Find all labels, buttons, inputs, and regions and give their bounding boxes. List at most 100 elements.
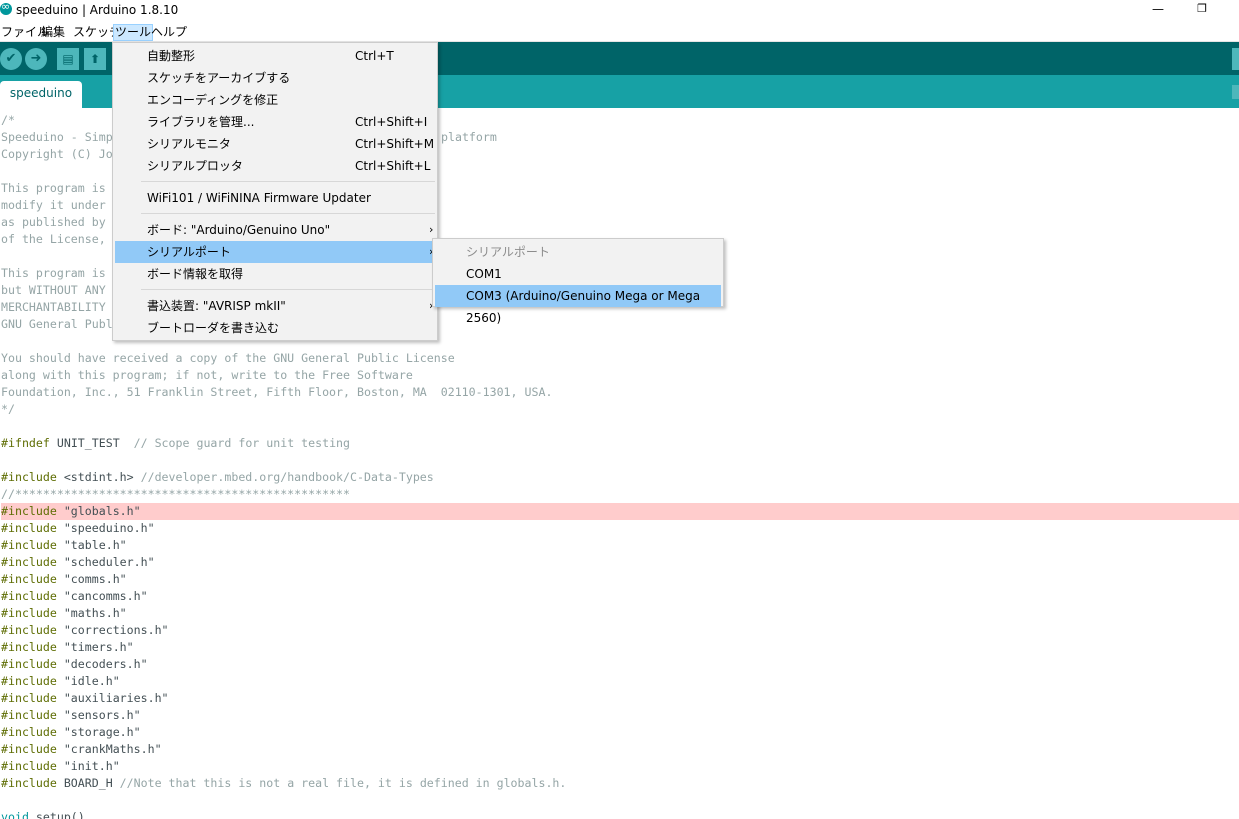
code-line: #include "sensors.h"	[1, 707, 1239, 724]
menu-item-label: エンコーディングを修正	[147, 93, 279, 107]
code-line: #include "cancomms.h"	[1, 588, 1239, 605]
code-line: #include <stdint.h> //developer.mbed.org…	[1, 469, 1239, 486]
code-line: */	[1, 402, 15, 416]
menu-item-serial-monitor[interactable]: シリアルモニタ Ctrl+Shift+M	[115, 133, 435, 155]
menu-item-board-info[interactable]: ボード情報を取得	[115, 263, 435, 285]
menu-item-board[interactable]: ボード: "Arduino/Genuino Uno" ›	[115, 219, 435, 241]
code-line: #include "speeduino.h"	[1, 520, 1239, 537]
code-text: "corrections.h"	[63, 623, 169, 637]
code-text: "cancomms.h"	[63, 589, 148, 603]
code-text: "init.h"	[63, 759, 120, 773]
menu-separator	[141, 289, 435, 290]
code-text: UNIT_TEST	[49, 436, 134, 450]
code-text: "decoders.h"	[63, 657, 148, 671]
code-text: "table.h"	[63, 538, 127, 552]
code-keyword: #include	[1, 725, 57, 739]
code-comment: //Note that this is not a real file, it …	[119, 776, 567, 790]
menu-item-label: シリアルプロッタ	[147, 159, 243, 173]
menu-item-fix-encoding[interactable]: エンコーディングを修正	[115, 89, 435, 111]
code-line: #include "auxiliaries.h"	[1, 690, 1239, 707]
code-text: "comms.h"	[63, 572, 127, 586]
maximize-button[interactable]: ❐	[1194, 1, 1210, 17]
code-line: #include "decoders.h"	[1, 656, 1239, 673]
tab-menu-button[interactable]	[1232, 85, 1239, 99]
submenu-item-label: シリアルポート	[466, 245, 550, 259]
code-keyword: #include	[1, 521, 57, 535]
submenu-item-label: COM1	[466, 267, 502, 281]
code-line: Foundation, Inc., 51 Franklin Street, Fi…	[1, 385, 553, 399]
open-sketch-button[interactable]: ⬆	[84, 48, 106, 70]
code-keyword: #include	[1, 606, 57, 620]
menu-separator	[141, 181, 435, 182]
minimize-button[interactable]: —	[1150, 1, 1166, 17]
tools-dropdown-menu: 自動整形 Ctrl+T スケッチをアーカイブする エンコーディングを修正 ライブラ…	[112, 42, 438, 341]
code-line: #include BOARD_H //Note that this is not…	[1, 775, 1239, 792]
code-text: platform	[441, 130, 497, 144]
code-line: along with this program; if not, write t…	[1, 368, 413, 382]
code-line: #include "crankMaths.h"	[1, 741, 1239, 758]
code-text: "idle.h"	[63, 674, 120, 688]
code-line: #include "comms.h"	[1, 571, 1239, 588]
tab-speeduino[interactable]: speeduino	[0, 81, 82, 108]
code-keyword: #include	[1, 776, 57, 790]
submenu-item-com3[interactable]: COM3 (Arduino/Genuino Mega or Mega 2560)	[435, 285, 721, 325]
menu-item-shortcut: Ctrl+Shift+M	[355, 137, 435, 151]
menu-item-auto-format[interactable]: 自動整形 Ctrl+T	[115, 45, 435, 67]
code-text: Speeduino - Simp	[1, 130, 113, 144]
window-title: speeduino | Arduino 1.8.10	[16, 3, 179, 17]
verify-button[interactable]: ✔	[0, 48, 22, 70]
submenu-item-com1[interactable]: COM1	[435, 263, 721, 285]
code-line: #include "maths.h"	[1, 605, 1239, 622]
menu-item-archive-sketch[interactable]: スケッチをアーカイブする	[115, 67, 435, 89]
code-keyword: #include	[1, 470, 57, 484]
code-keyword: #include	[1, 623, 57, 637]
menu-item-manage-libraries[interactable]: ライブラリを管理... Ctrl+Shift+I	[115, 111, 435, 133]
code-type: void	[1, 810, 29, 819]
menu-item-programmer[interactable]: 書込装置: "AVRISP mkII"›	[115, 295, 435, 317]
code-keyword: #include	[1, 572, 57, 586]
code-text: <stdint.h>	[56, 470, 141, 484]
code-keyword: #include	[1, 691, 57, 705]
menu-item-shortcut: Ctrl+Shift+I	[355, 115, 428, 129]
code-line: You should have received a copy of the G…	[1, 351, 455, 365]
code-line: //**************************************…	[1, 487, 351, 501]
menu-item-label: ボード: "Arduino/Genuino Uno"	[147, 223, 331, 237]
code-line: #include "storage.h"	[1, 724, 1239, 741]
code-keyword: #include	[1, 504, 57, 518]
menu-item-label: ブートローダを書き込む	[147, 321, 280, 335]
menu-item-serial-plotter[interactable]: シリアルプロッタ Ctrl+Shift+L	[115, 155, 435, 177]
menu-edit[interactable]: 編集	[40, 24, 66, 41]
code-line: #include "scheduler.h"	[1, 554, 1239, 571]
code-keyword: #include	[1, 759, 57, 773]
menu-item-label: ライブラリを管理...	[147, 115, 255, 129]
menu-item-firmware-updater[interactable]: WiFi101 / WiFiNINA Firmware Updater	[115, 187, 435, 209]
code-line: #include "table.h"	[1, 537, 1239, 554]
code-line: void setup()	[1, 809, 1239, 819]
code-text: setup()	[28, 810, 85, 819]
code-keyword: #include	[1, 538, 57, 552]
serial-monitor-button[interactable]	[1232, 48, 1239, 70]
menu-separator	[141, 213, 435, 214]
code-line: #include "init.h"	[1, 758, 1239, 775]
menu-item-shortcut: Ctrl+Shift+L	[355, 159, 431, 173]
title-bar: speeduino | Arduino 1.8.10 — ❐	[0, 0, 1239, 22]
code-text: "sensors.h"	[63, 708, 141, 722]
code-line: #include "timers.h"	[1, 639, 1239, 656]
code-line-highlighted: #include "globals.h"	[1, 503, 1239, 520]
code-comment: //developer.mbed.org/handbook/C-Data-Typ…	[140, 470, 434, 484]
code-text: "scheduler.h"	[63, 555, 155, 569]
submenu-header-serial-port: シリアルポート	[435, 241, 721, 263]
code-keyword: #include	[1, 742, 57, 756]
upload-button[interactable]: ➜	[25, 48, 47, 70]
new-sketch-button[interactable]: ▤	[57, 48, 79, 70]
menu-tools[interactable]: ツール	[113, 24, 154, 41]
menu-help[interactable]: ヘルプ	[150, 24, 188, 41]
menu-item-serial-port[interactable]: シリアルポート›	[115, 241, 435, 263]
menu-item-label: 自動整形	[147, 49, 196, 63]
code-keyword: #include	[1, 589, 57, 603]
code-text: "storage.h"	[63, 725, 141, 739]
code-text: "maths.h"	[63, 606, 127, 620]
code-keyword: #ifndef	[1, 436, 50, 450]
menu-item-burn-bootloader[interactable]: ブートローダを書き込む	[115, 317, 435, 339]
code-text: "auxiliaries.h"	[63, 691, 169, 705]
